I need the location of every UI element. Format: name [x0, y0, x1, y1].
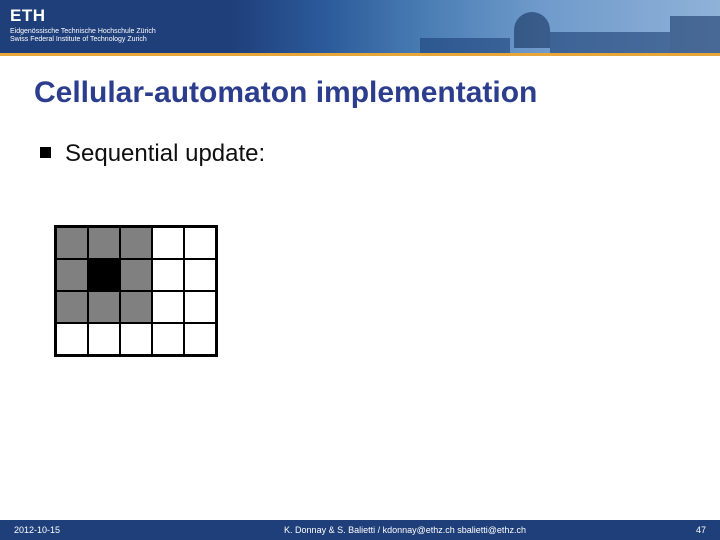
grid-cell — [152, 259, 184, 291]
grid-cell — [88, 227, 120, 259]
grid-cell — [88, 291, 120, 323]
grid-cell — [184, 291, 216, 323]
header-banner: ETH Eidgenössische Technische Hochschule… — [0, 0, 720, 56]
grid-cell — [152, 323, 184, 355]
footer-date: 2012-10-15 — [0, 525, 154, 535]
grid-cell — [120, 323, 152, 355]
eth-sub-line1: Eidgenössische Technische Hochschule Zür… — [10, 28, 156, 36]
automaton-grid — [54, 225, 218, 357]
footer-bar: 2012-10-15 K. Donnay & S. Balietti / kdo… — [0, 520, 720, 540]
slide-title: Cellular-automaton implementation — [34, 76, 720, 110]
grid-cell — [120, 259, 152, 291]
grid-cell — [56, 227, 88, 259]
eth-logo: ETH — [10, 6, 46, 26]
bullet-item: Sequential update: — [40, 140, 720, 168]
eth-sub-line2: Swiss Federal Institute of Technology Zu… — [10, 36, 156, 44]
grid-cell — [152, 227, 184, 259]
grid-cell — [184, 259, 216, 291]
grid-cell — [184, 323, 216, 355]
grid-cell — [88, 259, 120, 291]
grid-cell — [152, 291, 184, 323]
grid-cell — [184, 227, 216, 259]
header-accent-stripe — [0, 53, 720, 56]
eth-subtitle: Eidgenössische Technische Hochschule Zür… — [10, 28, 156, 45]
bullet-square-icon — [40, 147, 51, 158]
grid-cell — [56, 291, 88, 323]
grid-cell — [120, 291, 152, 323]
footer-page-number: 47 — [656, 525, 720, 535]
bullet-text: Sequential update: — [65, 140, 265, 168]
grid-cell — [88, 323, 120, 355]
grid-cell — [120, 227, 152, 259]
footer-credits: K. Donnay & S. Balietti / kdonnay@ethz.c… — [154, 525, 656, 535]
building-silhouette — [400, 0, 720, 56]
grid-cell — [56, 323, 88, 355]
grid-cell — [56, 259, 88, 291]
